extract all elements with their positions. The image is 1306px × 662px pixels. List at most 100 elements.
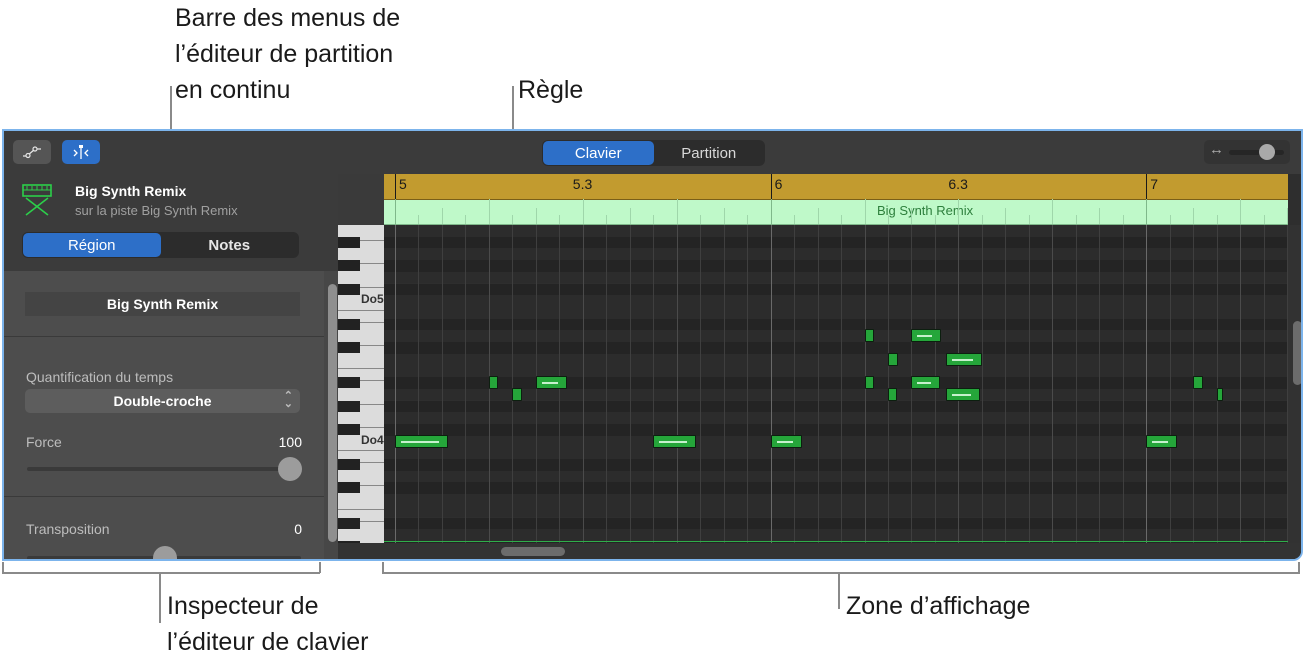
callout-leader	[838, 573, 840, 609]
midi-note[interactable]	[911, 376, 940, 390]
grid-row	[384, 225, 1288, 237]
callout-line: Zone d’affichage	[846, 592, 1031, 620]
ruler-bar-line	[395, 174, 396, 200]
region-tick	[582, 199, 584, 224]
region-tick	[1240, 199, 1242, 224]
grid-row	[384, 283, 1288, 296]
note-velocity-bar	[659, 440, 688, 443]
grid-row	[384, 494, 1288, 506]
ruler[interactable]: 5 5.3 6 6.3 7	[384, 174, 1288, 200]
note-grid[interactable]	[384, 225, 1288, 543]
region-tick	[1028, 215, 1030, 224]
grid-line	[653, 225, 655, 543]
region-tick	[395, 199, 396, 224]
region-tick	[441, 208, 443, 224]
midi-note[interactable]	[488, 376, 499, 390]
inspector-body: Big Synth Remix Quantification du temps …	[4, 271, 324, 559]
region-tick	[676, 199, 678, 224]
region-header[interactable]: Big Synth Remix	[384, 199, 1289, 225]
black-key[interactable]	[338, 482, 360, 494]
midi-note[interactable]	[946, 352, 982, 366]
black-key[interactable]	[338, 377, 360, 389]
midi-note[interactable]	[1193, 376, 1204, 390]
tab-notes[interactable]: Notes	[161, 233, 299, 257]
note-velocity-bar	[541, 382, 558, 385]
region-tick	[887, 215, 889, 224]
grid-line	[1122, 225, 1124, 543]
black-key[interactable]	[338, 342, 360, 353]
note-velocity-bar	[401, 440, 439, 443]
black-key[interactable]	[338, 236, 360, 248]
automation-button[interactable]	[13, 140, 51, 164]
midi-note[interactable]	[535, 376, 567, 390]
note-velocity-bar	[776, 440, 793, 443]
region-end-line	[384, 541, 1288, 542]
callout-menubar: Barre des menus de l’éditeur de partitio…	[175, 0, 400, 108]
view-mode-keyboard[interactable]: Clavier	[543, 141, 654, 165]
ruler-label: 6.3	[948, 176, 968, 192]
region-tick	[981, 215, 983, 224]
tab-region[interactable]: Région	[23, 233, 161, 257]
midi-note[interactable]	[512, 387, 522, 401]
region-tick	[418, 215, 420, 224]
region-tick	[747, 215, 749, 224]
midi-note[interactable]	[653, 434, 697, 448]
zoom-slider-track[interactable]	[1229, 150, 1284, 155]
keyboard-editor-inspector: Big Synth Remix sur la piste Big Synth R…	[4, 174, 338, 559]
quantize-popup[interactable]: Double-croche ⌃ ⌄	[25, 389, 300, 413]
midi-note[interactable]	[864, 329, 874, 343]
grid-line	[582, 225, 584, 543]
midi-note[interactable]	[887, 352, 899, 366]
note-velocity-bar	[952, 393, 971, 396]
black-key[interactable]	[338, 318, 360, 330]
region-tick	[794, 215, 796, 224]
vertical-scrollbar[interactable]	[1293, 321, 1301, 385]
region-tick	[1122, 215, 1124, 224]
region-tick	[864, 199, 866, 224]
midi-note[interactable]	[770, 434, 802, 448]
note-velocity-bar	[952, 358, 973, 361]
callout-ruler: Règle	[518, 72, 583, 108]
black-key[interactable]	[338, 517, 360, 529]
black-key[interactable]	[338, 400, 360, 412]
grid-row	[384, 318, 1288, 331]
horizontal-zoom-slider[interactable]: ↔	[1204, 140, 1290, 164]
piano-keyboard[interactable]: Do5 Do4	[338, 225, 384, 543]
black-key[interactable]	[338, 423, 360, 435]
midi-note[interactable]	[1146, 434, 1178, 448]
horizontal-scrollbar[interactable]	[501, 547, 565, 556]
grid-row	[384, 400, 1288, 413]
region-tick	[723, 208, 725, 224]
midi-note[interactable]	[864, 376, 874, 390]
bracket-display-area	[382, 572, 1300, 574]
grid-row	[384, 236, 1288, 249]
grid-row	[384, 505, 1288, 518]
midi-note[interactable]	[911, 329, 941, 343]
horizontal-zoom-icon: ↔	[1209, 141, 1224, 158]
midi-note[interactable]	[887, 387, 898, 401]
inspector-scrollbar[interactable]	[328, 284, 337, 542]
bracket-end	[382, 562, 384, 573]
force-slider-knob[interactable]	[278, 457, 302, 481]
quantize-value: Double-croche	[113, 393, 212, 409]
grid-row	[384, 271, 1288, 284]
region-name-field[interactable]: Big Synth Remix	[25, 292, 300, 316]
grid-row	[384, 459, 1288, 471]
grid-line	[1169, 225, 1171, 543]
force-slider[interactable]	[27, 467, 301, 471]
midi-note[interactable]	[1216, 387, 1223, 401]
grid-line	[418, 225, 420, 543]
corner	[338, 174, 384, 225]
transpose-slider-knob[interactable]	[152, 546, 177, 559]
snap-button[interactable]	[62, 140, 100, 164]
midi-note[interactable]	[946, 387, 980, 401]
black-key[interactable]	[338, 283, 360, 295]
black-key[interactable]	[338, 459, 360, 470]
callout-line: l’éditeur de clavier	[167, 628, 369, 656]
midi-note[interactable]	[395, 434, 448, 448]
zoom-slider-knob[interactable]	[1258, 144, 1275, 160]
view-mode-score[interactable]: Partition	[654, 141, 765, 165]
grid-row	[384, 470, 1288, 483]
black-key[interactable]	[338, 260, 360, 272]
editor-menubar: Clavier Partition ↔	[4, 131, 1301, 174]
